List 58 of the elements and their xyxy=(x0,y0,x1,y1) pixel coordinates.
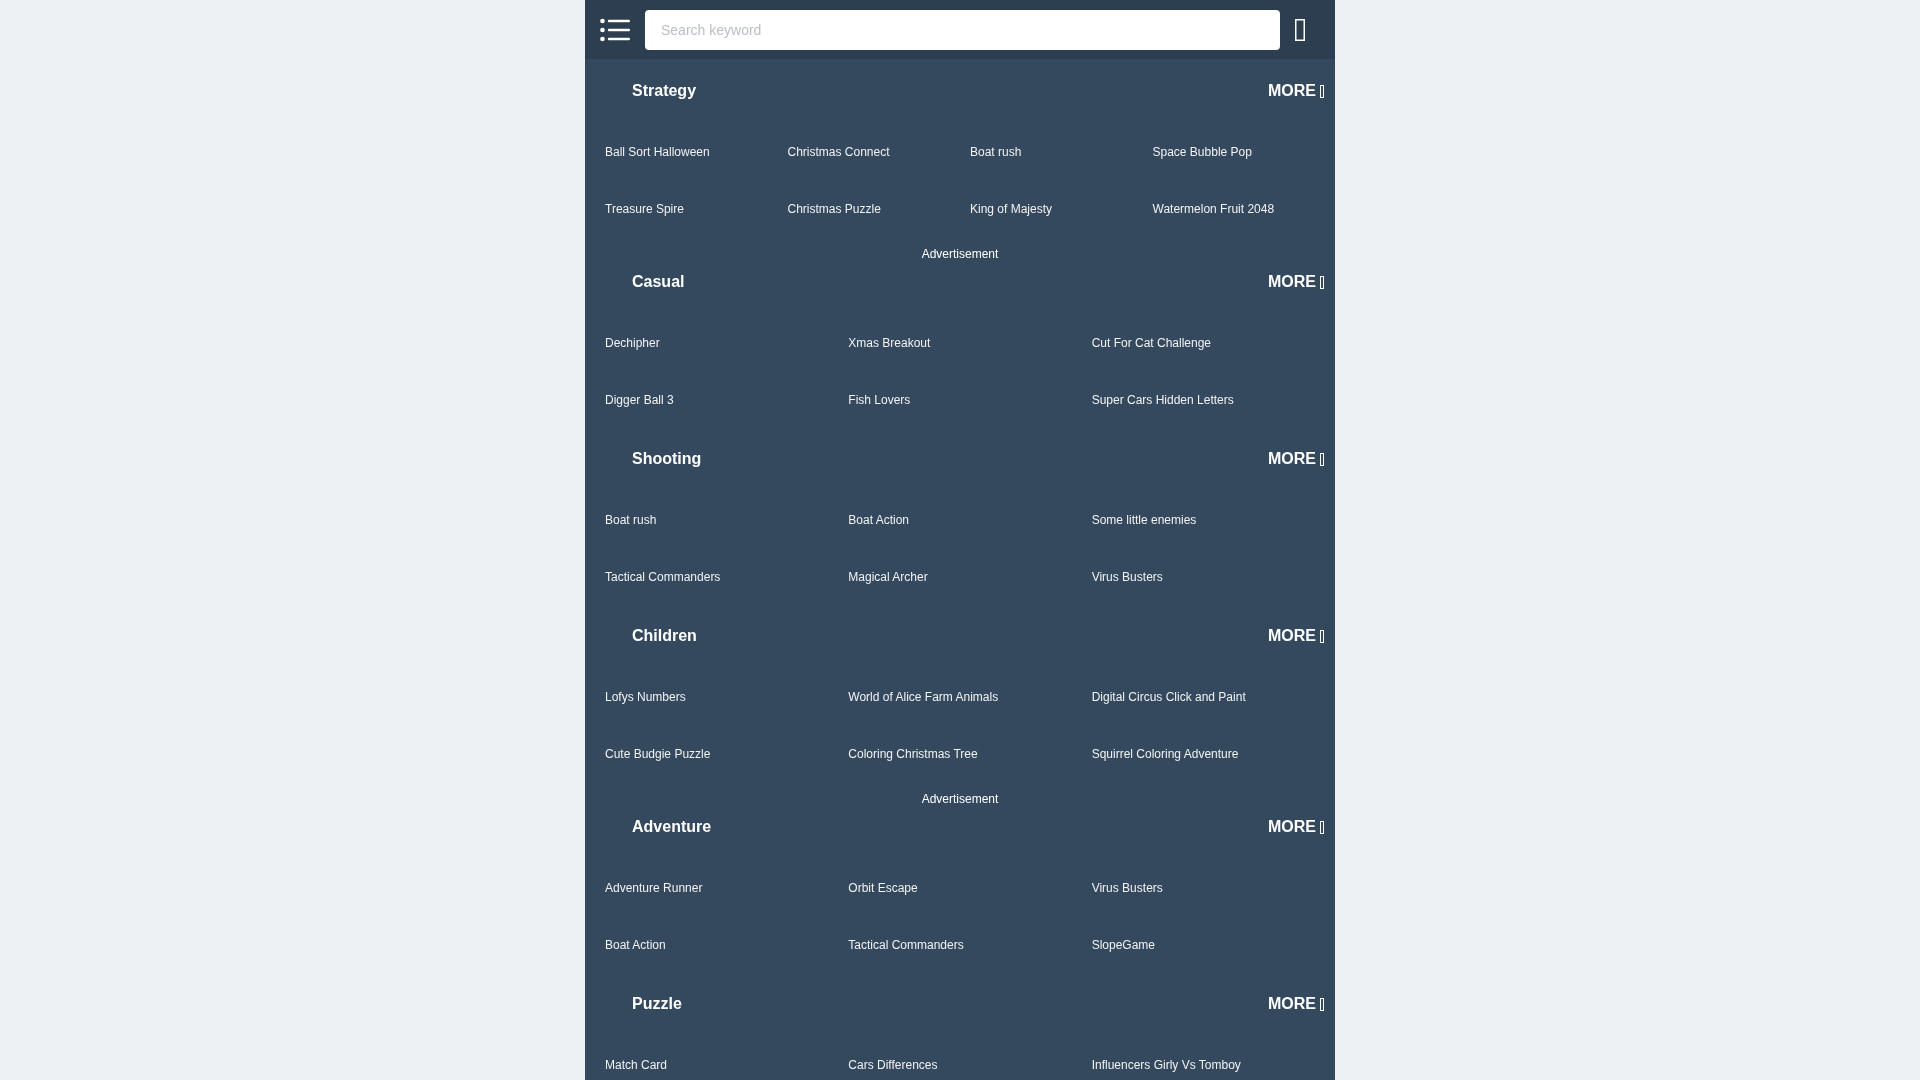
game-link[interactable]: Coloring Christmas Tree xyxy=(848,744,978,763)
advertisement-label: Advertisement xyxy=(921,792,999,806)
game-link[interactable]: Space Bubble Pop xyxy=(1152,142,1252,161)
more-link[interactable]: MORE xyxy=(1268,447,1324,471)
game-link[interactable]: Adventure Runner xyxy=(605,878,703,897)
game-link[interactable]: Boat Action xyxy=(848,510,910,529)
section-title: Puzzle xyxy=(632,994,682,1014)
advertisement-label: Advertisement xyxy=(921,247,999,261)
game-link[interactable]: Tactical Commanders xyxy=(848,935,964,954)
section-title: Casual xyxy=(632,272,685,292)
game-link[interactable]: Digital Circus Click and Paint xyxy=(1091,687,1246,706)
game-link[interactable]: Virus Busters xyxy=(1091,567,1163,586)
more-link[interactable]: MORE xyxy=(1268,815,1324,839)
section-title: Strategy xyxy=(632,81,697,101)
game-link[interactable]: Magical Archer xyxy=(848,567,928,586)
game-link[interactable]: Christmas Connect xyxy=(787,142,890,161)
game-link[interactable]: Virus Busters xyxy=(1091,878,1163,897)
game-link[interactable]: Fish Lovers xyxy=(848,390,911,409)
game-link[interactable]: Digger Ball 3 xyxy=(605,390,674,409)
game-link[interactable]: Boat rush xyxy=(970,142,1022,161)
search-field[interactable]: Search keyword xyxy=(645,9,1280,50)
more-link[interactable]: MORE xyxy=(1268,270,1324,294)
game-link[interactable]: Dechipher xyxy=(605,333,660,352)
game-link[interactable]: Cars Differences xyxy=(848,1055,938,1074)
game-link[interactable]: Boat rush xyxy=(605,510,657,529)
game-link[interactable]: Tactical Commanders xyxy=(605,567,721,586)
game-link[interactable]: Orbit Escape xyxy=(848,878,918,897)
game-link[interactable]: SlopeGame xyxy=(1091,935,1156,954)
game-link[interactable]: Super Cars Hidden Letters xyxy=(1091,390,1234,409)
glyph-box-icon[interactable] xyxy=(1295,18,1305,41)
more-link[interactable]: MORE xyxy=(1268,992,1324,1016)
game-link[interactable]: Xmas Breakout xyxy=(848,333,931,352)
section-title: Children xyxy=(632,626,697,646)
game-link[interactable]: Match Card xyxy=(605,1055,668,1074)
game-link[interactable]: Cut For Cat Challenge xyxy=(1091,333,1212,352)
section-title: Adventure xyxy=(632,817,712,837)
game-link[interactable]: Some little enemies xyxy=(1091,510,1197,529)
game-link[interactable]: Lofys Numbers xyxy=(605,687,686,706)
more-link[interactable]: MORE xyxy=(1268,79,1324,103)
game-link[interactable]: Boat Action xyxy=(605,935,666,954)
game-link[interactable]: Christmas Puzzle xyxy=(787,199,881,218)
glyph-box-icon xyxy=(1320,997,1324,1011)
game-link[interactable]: World of Alice Farm Animals xyxy=(848,687,999,706)
game-link[interactable]: Ball Sort Halloween xyxy=(605,142,710,161)
section-title: Shooting xyxy=(632,449,702,469)
game-link[interactable]: Cute Budgie Puzzle xyxy=(605,744,711,763)
game-link[interactable]: Watermelon Fruit 2048 xyxy=(1152,199,1275,218)
game-link[interactable]: Treasure Spire xyxy=(605,199,684,218)
game-link[interactable]: King of Majesty xyxy=(970,199,1053,218)
game-link[interactable]: Squirrel Coloring Adventure xyxy=(1091,744,1239,763)
menu-icon[interactable] xyxy=(600,17,630,42)
glyph-box-icon xyxy=(1320,275,1324,289)
glyph-box-icon xyxy=(1320,452,1324,466)
game-link[interactable]: Influencers Girly Vs Tomboy xyxy=(1091,1055,1241,1074)
glyph-box-icon xyxy=(1320,84,1324,98)
more-link[interactable]: MORE xyxy=(1268,624,1324,648)
glyph-box-icon xyxy=(1320,629,1324,643)
glyph-box-icon xyxy=(1320,820,1324,834)
